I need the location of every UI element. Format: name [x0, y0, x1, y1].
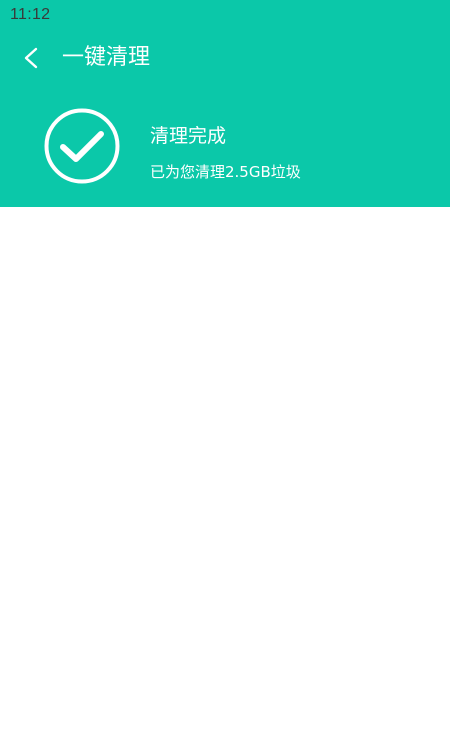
- back-button[interactable]: [14, 40, 50, 76]
- status-bar: 11:12: [0, 0, 450, 30]
- clean-result-subtitle: 已为您清理2.5GB垃圾: [150, 163, 301, 181]
- content-area: [0, 207, 450, 750]
- check-circle-icon: [44, 108, 120, 184]
- toolbar: 一键清理: [0, 36, 450, 80]
- app-screen: 11:12 一键清理 清理完成 已为您清理2.5GB垃圾: [0, 0, 450, 750]
- clean-result-title: 清理完成: [150, 125, 227, 147]
- header-panel: 11:12 一键清理 清理完成 已为您清理2.5GB垃圾: [0, 0, 450, 207]
- status-time: 11:12: [10, 6, 51, 23]
- chevron-left-icon: [24, 47, 38, 69]
- page-title: 一键清理: [62, 45, 151, 70]
